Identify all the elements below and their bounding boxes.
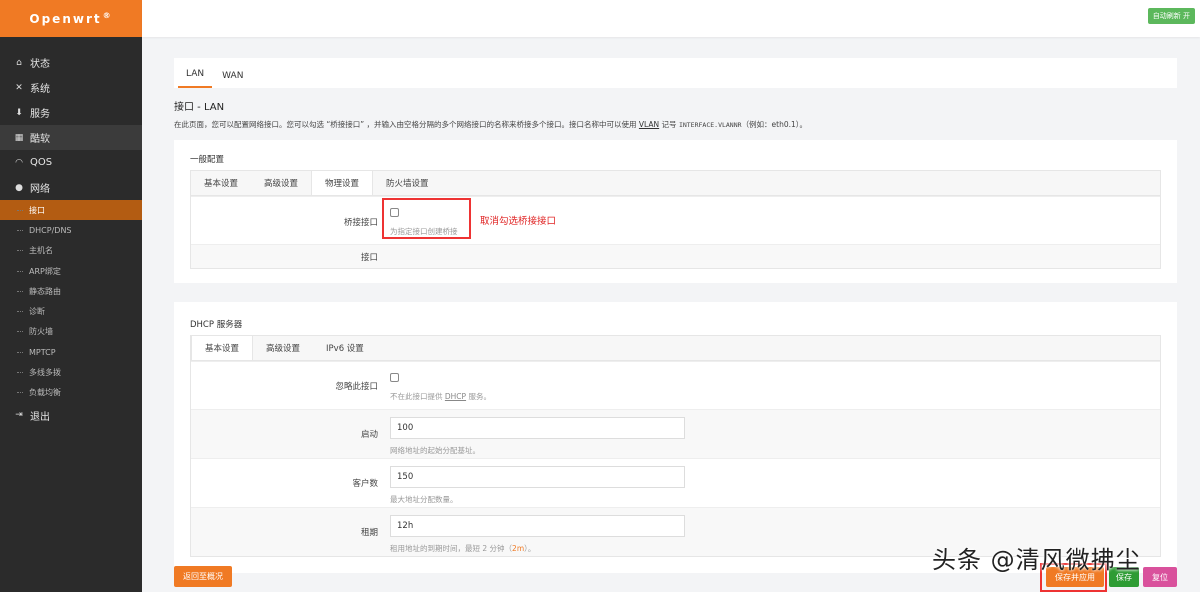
grid-icon: ▦ bbox=[14, 132, 24, 143]
tab-lan[interactable]: LAN bbox=[178, 69, 213, 88]
home-icon: ⌂ bbox=[16, 57, 22, 68]
desc-text: （例如：eth0.1）。 bbox=[741, 120, 808, 129]
dhcp-basic-section: 忽略此接口 不在此接口提供 DHCP 服务。 启动 100 网络地址的起始分配基… bbox=[190, 360, 1161, 557]
limit-field: 150 最大地址分配数量。 bbox=[390, 459, 1160, 507]
ignore-row: 忽略此接口 不在此接口提供 DHCP 服务。 bbox=[191, 361, 1160, 409]
tab-dhcp-basic[interactable]: 基本设置 bbox=[191, 336, 254, 360]
sidebar-item-qos[interactable]: ◠ QOS bbox=[0, 150, 142, 175]
interface-label: 接口 bbox=[360, 252, 378, 263]
sidebar-item-label: 状态 bbox=[30, 59, 50, 70]
sidebar: Openwrt ® ⌂ 状态 ✕ 系统 ⬇ 服务 ▦ 酷软 ◠ QOS ● 网络 接口 DHC… bbox=[0, 0, 142, 592]
sidebar-menu: ⌂ 状态 ✕ 系统 ⬇ 服务 ▦ 酷软 ◠ QOS ● 网络 接口 DHCP/DNS 主机名… bbox=[0, 50, 142, 428]
globe-icon: ● bbox=[15, 182, 23, 193]
sidebar-item-label: 网络 bbox=[30, 184, 50, 195]
submenu-item-static-routes[interactable]: 静态路由 bbox=[0, 281, 142, 301]
top-bar: 自动刷新 开 bbox=[142, 0, 1200, 37]
tab-wan[interactable]: WAN bbox=[214, 71, 251, 88]
sidebar-item-label: 服务 bbox=[30, 109, 50, 120]
physical-settings-section: 桥接接口 为指定接口创建桥接 接口 bbox=[190, 195, 1161, 269]
tab-basic-settings[interactable]: 基本设置 bbox=[191, 171, 251, 195]
brand-mark: ® bbox=[102, 11, 113, 20]
dhcp-server-panel: DHCP 服务器 基本设置 高级设置 IPv6 设置 忽略此接口 不在此接口提供… bbox=[174, 302, 1177, 573]
general-tabs: 基本设置 高级设置 物理设置 防火墙设置 bbox=[190, 170, 1161, 195]
hint-text: 租用地址的到期时间，最短 2 分钟（ bbox=[390, 544, 513, 553]
main-content: LAN WAN 接口 - LAN 在此页面，您可以配置网络接口。您可以勾选 “桥… bbox=[174, 58, 1177, 573]
lease-label: 租期 bbox=[360, 528, 378, 538]
sidebar-item-apps[interactable]: ▦ 酷软 bbox=[0, 125, 142, 150]
sidebar-item-services[interactable]: ⬇ 服务 bbox=[0, 100, 142, 125]
interface-tabs: LAN WAN bbox=[174, 58, 1177, 88]
submenu-item-arp-binding[interactable]: ARP绑定 bbox=[0, 261, 142, 281]
ignore-hint: 不在此接口提供 DHCP 服务。 bbox=[390, 391, 1160, 402]
page-title: 接口 - LAN bbox=[174, 102, 225, 113]
start-field: 100 网络地址的起始分配基址。 bbox=[390, 410, 1160, 458]
limit-label: 客户数 bbox=[352, 479, 378, 489]
tab-dhcp-ipv6[interactable]: IPv6 设置 bbox=[313, 336, 377, 360]
panel-title: DHCP 服务器 bbox=[190, 320, 243, 330]
page-description: 在此页面，您可以配置网络接口。您可以勾选 “桥接接口” ，并输入由空格分隔的多个… bbox=[174, 119, 1177, 130]
network-submenu: 接口 DHCP/DNS 主机名 ARP绑定 静态路由 诊断 防火墙 MPTCP … bbox=[0, 200, 142, 403]
tab-physical-settings[interactable]: 物理设置 bbox=[311, 171, 374, 195]
annotation-box bbox=[382, 198, 471, 239]
limit-hint: 最大地址分配数量。 bbox=[390, 495, 458, 504]
submenu-item-hostnames[interactable]: 主机名 bbox=[0, 241, 142, 261]
sidebar-item-label: 酷软 bbox=[30, 134, 50, 145]
tools-icon: ✕ bbox=[15, 82, 23, 93]
back-to-overview-button[interactable]: 返回至概况 bbox=[174, 566, 232, 587]
reset-button[interactable]: 复位 bbox=[1143, 567, 1177, 587]
general-config-panel: 一般配置 基本设置 高级设置 物理设置 防火墙设置 桥接接口 为指定接口创建桥接… bbox=[174, 140, 1177, 283]
panel-title: 一般配置 bbox=[190, 155, 225, 165]
submenu-item-diagnostics[interactable]: 诊断 bbox=[0, 301, 142, 321]
sidebar-item-label: 系统 bbox=[30, 84, 50, 95]
tab-dhcp-advanced[interactable]: 高级设置 bbox=[253, 336, 313, 360]
sidebar-item-status[interactable]: ⌂ 状态 bbox=[0, 50, 142, 75]
ignore-interface-checkbox[interactable] bbox=[390, 373, 399, 382]
interface-row: 接口 bbox=[191, 244, 1160, 268]
tab-advanced-settings[interactable]: 高级设置 bbox=[251, 171, 311, 195]
bridge-hint: 为指定接口创建桥接 bbox=[390, 227, 458, 236]
desc-text: 记号 bbox=[659, 120, 679, 129]
submenu-item-multiwan[interactable]: 多线多拨 bbox=[0, 362, 142, 382]
start-label: 启动 bbox=[360, 430, 378, 440]
hint-text: 服务。 bbox=[466, 392, 491, 401]
sidebar-item-label: 退出 bbox=[30, 411, 50, 423]
annotation-note: 取消勾选桥接接口 bbox=[480, 216, 557, 227]
tab-firewall-settings[interactable]: 防火墙设置 bbox=[373, 171, 442, 195]
bridge-row: 桥接接口 为指定接口创建桥接 bbox=[191, 196, 1160, 244]
desc-text: 在此页面，您可以配置网络接口。您可以勾选 “桥接接口” ，并输入由空格分隔的多个… bbox=[174, 120, 639, 129]
sidebar-item-system[interactable]: ✕ 系统 bbox=[0, 75, 142, 100]
vlan-abbr: VLAN bbox=[638, 120, 660, 129]
ignore-label: 忽略此接口 bbox=[335, 381, 378, 392]
sidebar-item-label: QOS bbox=[30, 157, 53, 168]
start-row: 启动 100 网络地址的起始分配基址。 bbox=[191, 409, 1160, 458]
hint-text: 不在此接口提供 bbox=[390, 392, 445, 401]
start-input[interactable]: 100 bbox=[390, 417, 685, 439]
desc-code: INTERFACE.VLANNR bbox=[678, 121, 742, 129]
submenu-item-load-balancing[interactable]: 负载均衡 bbox=[0, 383, 142, 403]
hint-text: ）。 bbox=[524, 544, 536, 553]
logout-icon: ⇥ bbox=[15, 410, 23, 421]
start-hint: 网络地址的起始分配基址。 bbox=[390, 446, 480, 455]
hint-code: 2m bbox=[512, 544, 525, 553]
submenu-item-interfaces[interactable]: 接口 bbox=[0, 200, 142, 221]
brand-name: Openwrt bbox=[29, 11, 102, 26]
bridge-label: 桥接接口 bbox=[343, 218, 378, 228]
gauge-icon: ◠ bbox=[15, 157, 23, 168]
dhcp-tabs: 基本设置 高级设置 IPv6 设置 bbox=[190, 335, 1161, 360]
submenu-item-dhcp-dns[interactable]: DHCP/DNS bbox=[0, 220, 142, 240]
interface-field[interactable] bbox=[390, 245, 1160, 268]
lease-input[interactable]: 12h bbox=[390, 515, 685, 537]
brand-logo[interactable]: Openwrt ® bbox=[0, 0, 142, 37]
sidebar-item-logout[interactable]: ⇥ 退出 bbox=[0, 403, 142, 428]
auto-refresh-toggle[interactable]: 自动刷新 开 bbox=[1147, 8, 1195, 24]
dhcp-abbr: DHCP bbox=[444, 392, 467, 401]
submenu-item-mptcp[interactable]: MPTCP bbox=[0, 342, 142, 362]
limit-row: 客户数 150 最大地址分配数量。 bbox=[191, 458, 1160, 507]
download-icon: ⬇ bbox=[15, 107, 23, 118]
watermark: 头条 @清风微拂尘 bbox=[932, 546, 1141, 574]
limit-input[interactable]: 150 bbox=[390, 466, 685, 488]
submenu-item-firewall[interactable]: 防火墙 bbox=[0, 322, 142, 342]
ignore-field: 不在此接口提供 DHCP 服务。 bbox=[390, 362, 1160, 409]
sidebar-item-network[interactable]: ● 网络 bbox=[0, 175, 142, 200]
